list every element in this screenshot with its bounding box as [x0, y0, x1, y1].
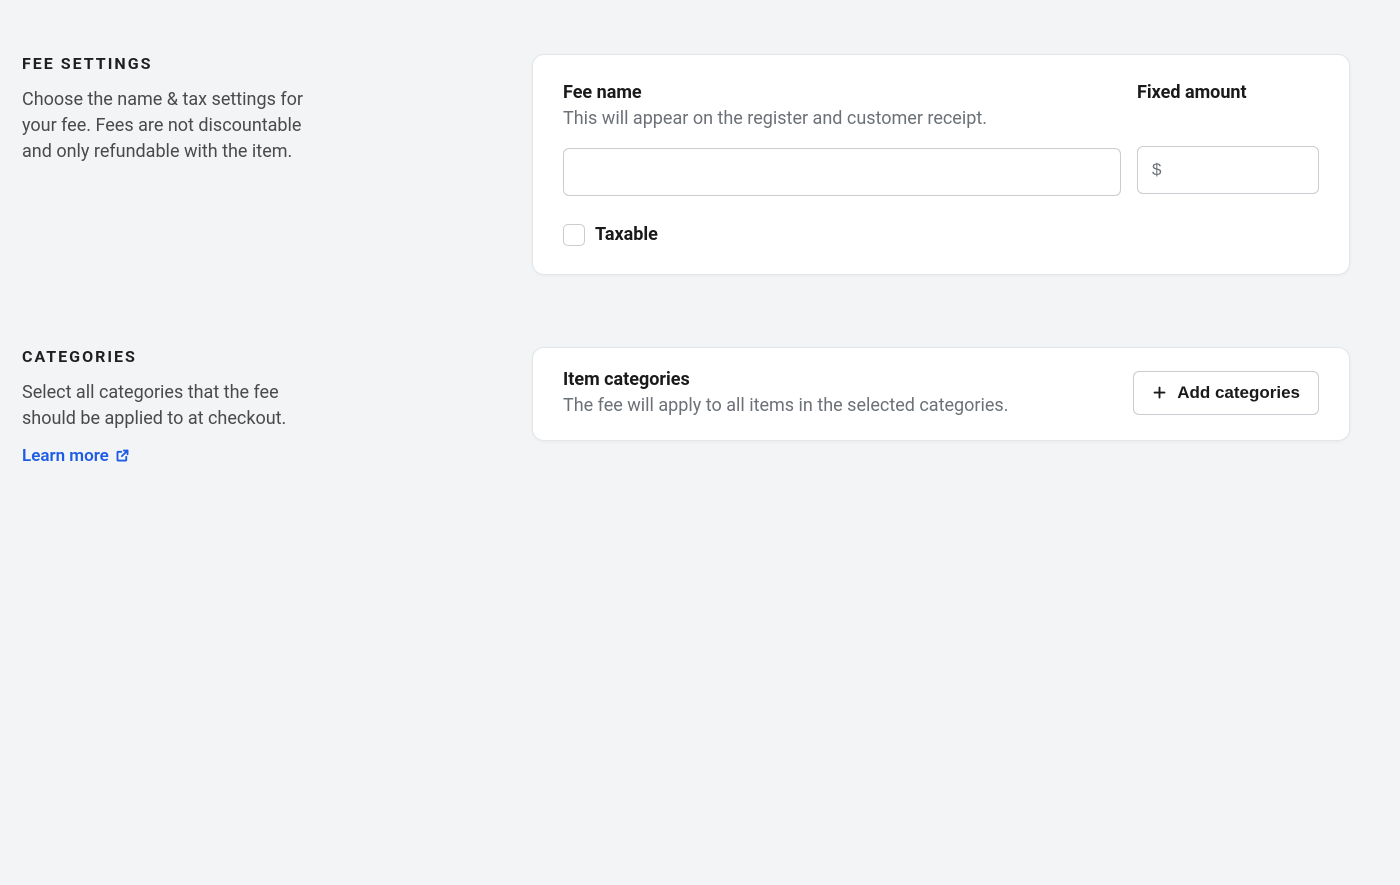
- fee-settings-section: FEE SETTINGS Choose the name & tax setti…: [22, 54, 1350, 275]
- fixed-amount-input[interactable]: [1137, 146, 1319, 194]
- item-categories-label: Item categories: [563, 368, 1133, 391]
- fee-fields-row: Fee name This will appear on the registe…: [563, 81, 1319, 196]
- fee-name-sublabel: This will appear on the register and cus…: [563, 106, 1121, 131]
- categories-title: CATEGORIES: [22, 347, 472, 366]
- categories-section: CATEGORIES Select all categories that th…: [22, 347, 1350, 466]
- external-link-icon: [115, 448, 130, 463]
- add-categories-label: Add categories: [1177, 383, 1300, 403]
- fee-settings-card: Fee name This will appear on the registe…: [532, 54, 1350, 275]
- item-categories-sublabel: The fee will apply to all items in the s…: [563, 393, 1133, 418]
- fee-name-label: Fee name: [563, 81, 1121, 104]
- fixed-amount-label: Fixed amount: [1137, 81, 1319, 104]
- fee-name-input[interactable]: [563, 148, 1121, 196]
- add-categories-button[interactable]: Add categories: [1133, 371, 1319, 415]
- categories-card: Item categories The fee will apply to al…: [532, 347, 1350, 442]
- learn-more-link[interactable]: Learn more: [22, 446, 130, 466]
- taxable-row: Taxable: [563, 224, 1319, 246]
- fee-name-field: Fee name This will appear on the registe…: [563, 81, 1121, 196]
- fixed-amount-field: Fixed amount: [1137, 81, 1319, 194]
- plus-icon: [1152, 385, 1167, 400]
- item-categories-text: Item categories The fee will apply to al…: [563, 368, 1133, 419]
- categories-card-inner: Item categories The fee will apply to al…: [563, 368, 1319, 419]
- learn-more-label: Learn more: [22, 446, 109, 466]
- categories-description: Select all categories that the fee shoul…: [22, 380, 322, 432]
- taxable-label: Taxable: [595, 224, 658, 245]
- fee-settings-description: Choose the name & tax settings for your …: [22, 87, 322, 165]
- categories-sidebar: CATEGORIES Select all categories that th…: [22, 347, 532, 466]
- fee-settings-title: FEE SETTINGS: [22, 54, 472, 73]
- fee-settings-sidebar: FEE SETTINGS Choose the name & tax setti…: [22, 54, 532, 165]
- taxable-checkbox[interactable]: [563, 224, 585, 246]
